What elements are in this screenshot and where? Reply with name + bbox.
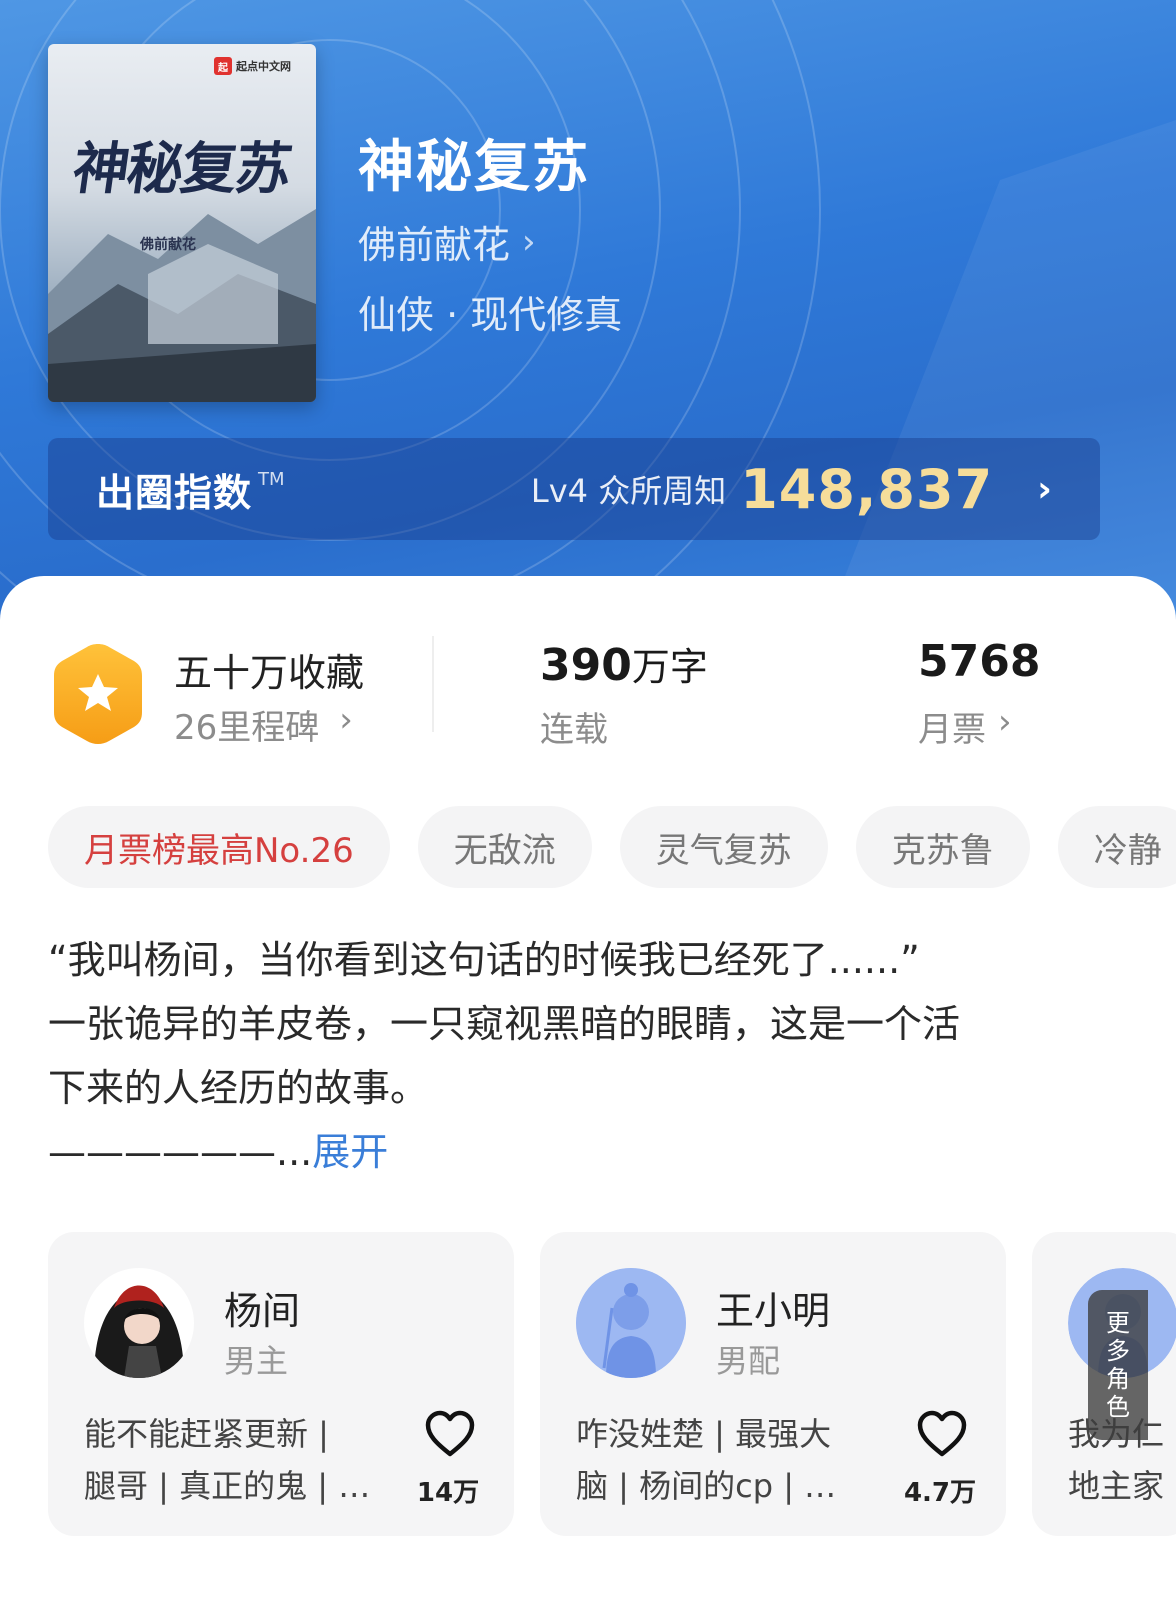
publisher-logo: 起 起点中文网 xyxy=(208,56,297,76)
monthly-votes-label: 月票 xyxy=(918,710,986,750)
chevron-right-icon: › xyxy=(339,700,353,740)
tag-list: 月票榜最高No.26 无敌流 灵气复苏 克苏鲁 冷静 xyxy=(48,806,1176,888)
tag-item[interactable]: 灵气复苏 xyxy=(619,806,828,888)
description-line: “我叫杨间，当你看到这句话的时候我已经死了......” xyxy=(48,938,920,982)
character-list: 杨间 男主 能不能赶紧更新 | 腿哥 | 真正的鬼 | … 14万 王小明 男配… xyxy=(48,1232,1176,1536)
star-badge-icon xyxy=(54,644,142,744)
character-card[interactable]: 杨间 男主 能不能赶紧更新 | 腿哥 | 真正的鬼 | … 14万 xyxy=(48,1232,514,1536)
tag-ranking[interactable]: 月票榜最高No.26 xyxy=(48,806,390,888)
book-title: 神秘复苏 xyxy=(358,135,590,200)
description-line: 一张诡异的羊皮卷，一只窥视黑暗的眼睛，这是一个活 xyxy=(48,1002,961,1046)
character-name: 杨间 xyxy=(224,1289,301,1333)
heart-icon[interactable] xyxy=(424,1410,476,1458)
character-tags-line: 腿哥 | 真正的鬼 | … xyxy=(84,1467,371,1505)
character-role: 男配 xyxy=(716,1342,781,1380)
tag-item[interactable]: 冷静 xyxy=(1057,806,1176,888)
book-cover-image[interactable]: 起 起点中文网 神秘复苏 佛前献花 xyxy=(48,44,316,402)
publisher-badge-icon: 起 xyxy=(214,57,232,75)
character-tags: 能不能赶紧更新 | 腿哥 | 真正的鬼 | … xyxy=(84,1408,404,1512)
popularity-index-bar[interactable]: 出圈指数 TM Lv4 众所周知 148,837 › xyxy=(48,438,1100,540)
like-count: 4.7万 xyxy=(903,1478,977,1508)
author-name: 佛前献花 xyxy=(358,223,511,267)
trademark-mark: TM xyxy=(258,468,285,490)
word-count-unit: 万字 xyxy=(631,645,708,689)
serial-status: 连载 xyxy=(540,710,608,750)
word-count: 390万字 xyxy=(540,636,708,691)
character-avatar xyxy=(84,1268,194,1378)
book-header: 起 起点中文网 神秘复苏 佛前献花 神秘复苏 佛前献花 › 仙侠 · 现代修真 … xyxy=(0,0,1176,640)
monthly-votes-link[interactable]: 月票 › xyxy=(918,702,1012,751)
book-genre: 仙侠 · 现代修真 xyxy=(358,293,623,337)
character-tags-line: 脑 | 杨间的cp | … xyxy=(576,1467,837,1505)
character-card[interactable]: 王小明 男配 咋没姓楚 | 最强大 脑 | 杨间的cp | … 4.7万 xyxy=(540,1232,1006,1536)
author-link[interactable]: 佛前献花 › xyxy=(358,214,536,269)
character-avatar xyxy=(576,1268,686,1378)
cover-title: 神秘复苏 xyxy=(68,136,295,202)
milestone-count: 26里程碑 xyxy=(174,708,320,748)
tag-item[interactable]: 克苏鲁 xyxy=(855,806,1030,888)
popularity-level: Lv4 众所周知 xyxy=(530,472,727,510)
character-tags-line: 地主家 xyxy=(1068,1467,1165,1505)
word-count-value: 390 xyxy=(540,640,632,691)
chevron-right-icon: › xyxy=(998,702,1012,742)
collection-milestone-title: 五十万收藏 xyxy=(174,651,365,695)
description-separator: ——————... xyxy=(48,1130,313,1174)
character-tags-line: 咋没姓楚 | 最强大 xyxy=(576,1415,832,1453)
description-line: 下来的人经历的故事。 xyxy=(48,1066,429,1110)
tag-item[interactable]: 无敌流 xyxy=(417,806,592,888)
heart-icon[interactable] xyxy=(916,1410,968,1458)
character-role: 男主 xyxy=(224,1342,289,1380)
popularity-label: 出圈指数 xyxy=(96,470,253,515)
more-roles-button[interactable]: 更多角色 xyxy=(1088,1290,1148,1440)
milestone-link[interactable]: 26里程碑 › xyxy=(174,700,353,749)
description-line-last: ——————...展开 xyxy=(48,1120,1128,1184)
expand-link[interactable]: 展开 xyxy=(312,1130,388,1174)
chevron-right-icon: › xyxy=(1037,468,1052,510)
stats-divider xyxy=(432,636,434,732)
character-tags-line: 能不能赶紧更新 | xyxy=(84,1415,329,1453)
chevron-right-icon: › xyxy=(522,221,536,262)
book-description: “我叫杨间，当你看到这句话的时候我已经死了......” 一张诡异的羊皮卷，一只… xyxy=(48,928,1128,1184)
monthly-votes-value: 5768 xyxy=(918,636,1041,687)
character-tags: 咋没姓楚 | 最强大 脑 | 杨间的cp | … xyxy=(576,1408,896,1512)
popularity-value: 148,837 xyxy=(740,457,994,521)
publisher-name: 起点中文网 xyxy=(236,60,291,73)
like-count: 14万 xyxy=(416,1478,480,1508)
cover-author: 佛前献花 xyxy=(140,237,196,253)
character-name: 王小明 xyxy=(716,1289,831,1333)
